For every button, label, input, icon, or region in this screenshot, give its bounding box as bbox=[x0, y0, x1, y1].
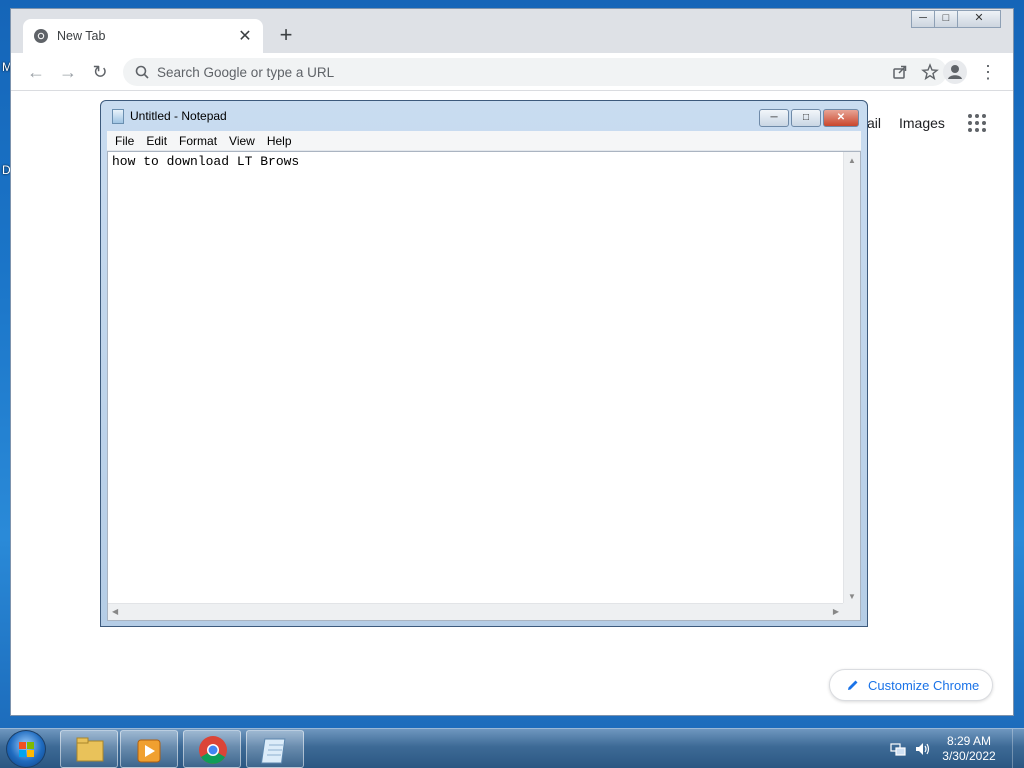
customize-chrome-button[interactable]: Customize Chrome bbox=[829, 669, 993, 701]
menu-edit[interactable]: Edit bbox=[140, 134, 173, 148]
close-button[interactable]: ✕ bbox=[957, 10, 1001, 28]
share-icon[interactable] bbox=[891, 63, 909, 81]
search-input[interactable] bbox=[157, 64, 947, 80]
bookmark-star-icon[interactable] bbox=[921, 63, 939, 81]
notepad-edit-area: ▲ ▼ ◀ ▶ bbox=[107, 151, 861, 621]
omnibox[interactable] bbox=[123, 58, 947, 86]
menu-format[interactable]: Format bbox=[173, 134, 223, 148]
browser-menu-button[interactable]: ⋮ bbox=[979, 61, 997, 85]
volume-icon[interactable] bbox=[914, 741, 932, 757]
tab-title: New Tab bbox=[57, 29, 106, 43]
notepad-window-controls: ─ □ ✕ bbox=[757, 109, 859, 127]
notepad-text-area[interactable] bbox=[108, 152, 842, 600]
media-player-icon bbox=[137, 739, 161, 763]
pencil-icon bbox=[848, 680, 858, 690]
taskbar: 8:29 AM 3/30/2022 bbox=[0, 728, 1024, 768]
images-link[interactable]: Images bbox=[899, 115, 945, 131]
tab-new-tab[interactable]: New Tab ✕ bbox=[23, 19, 263, 53]
resize-grip[interactable] bbox=[843, 603, 860, 620]
omnibox-actions bbox=[891, 63, 939, 81]
vertical-scrollbar[interactable]: ▲ ▼ bbox=[843, 152, 860, 605]
scroll-down-icon[interactable]: ▼ bbox=[848, 592, 856, 601]
chrome-logo-icon bbox=[199, 736, 227, 764]
customize-chrome-label: Customize Chrome bbox=[868, 677, 980, 693]
new-tab-button[interactable]: + bbox=[273, 23, 299, 49]
chrome-titlebar: New Tab ✕ + ─ □ ✕ bbox=[11, 9, 1013, 53]
scroll-left-icon[interactable]: ◀ bbox=[112, 607, 118, 616]
forward-button[interactable]: → bbox=[55, 59, 81, 85]
taskbar-notepad[interactable] bbox=[246, 730, 304, 768]
horizontal-scrollbar[interactable]: ◀ ▶ bbox=[108, 603, 843, 620]
folder-icon bbox=[76, 737, 104, 762]
scroll-right-icon[interactable]: ▶ bbox=[833, 607, 839, 616]
notepad-window: Untitled - Notepad ─ □ ✕ File Edit Forma… bbox=[100, 100, 868, 627]
notepad-menubar: File Edit Format View Help bbox=[107, 131, 861, 151]
clock-date: 3/30/2022 bbox=[942, 749, 996, 763]
taskbar-chrome[interactable] bbox=[183, 730, 241, 768]
menu-view[interactable]: View bbox=[223, 134, 261, 148]
menu-help[interactable]: Help bbox=[261, 134, 298, 148]
minimize-button[interactable]: ─ bbox=[911, 10, 935, 28]
notepad-title: Untitled - Notepad bbox=[130, 109, 227, 123]
google-apps-icon[interactable] bbox=[967, 113, 987, 133]
person-icon bbox=[948, 65, 962, 79]
notepad-minimize-button[interactable]: ─ bbox=[759, 109, 789, 127]
window-controls: ─ □ ✕ bbox=[911, 10, 1001, 28]
close-tab-icon[interactable]: ✕ bbox=[237, 26, 253, 46]
chrome-logo-icon bbox=[34, 29, 48, 43]
taskbar-media-player[interactable] bbox=[120, 730, 178, 768]
back-button[interactable]: ← bbox=[23, 59, 49, 85]
show-desktop-button[interactable] bbox=[1012, 729, 1024, 768]
gmail-link[interactable]: ail bbox=[867, 115, 881, 131]
menu-file[interactable]: File bbox=[109, 134, 140, 148]
notepad-icon bbox=[260, 738, 286, 764]
notepad-titlebar[interactable]: Untitled - Notepad ─ □ ✕ bbox=[107, 101, 861, 131]
clock-time: 8:29 AM bbox=[946, 734, 992, 748]
notepad-close-button[interactable]: ✕ bbox=[823, 109, 859, 127]
start-button[interactable] bbox=[6, 730, 46, 768]
reload-button[interactable]: ↻ bbox=[87, 59, 113, 85]
system-clock[interactable]: 8:29 AM 3/30/2022 bbox=[934, 734, 1004, 764]
profile-avatar[interactable] bbox=[943, 60, 967, 84]
scroll-up-icon[interactable]: ▲ bbox=[848, 156, 856, 165]
maximize-button[interactable]: □ bbox=[934, 10, 958, 28]
browser-toolbar: ← → ↻ Search Google or type a URL ⋮ bbox=[11, 53, 1013, 91]
notepad-icon bbox=[112, 108, 124, 124]
network-icon[interactable] bbox=[890, 741, 906, 757]
windows-logo-icon bbox=[19, 742, 34, 757]
taskbar-file-explorer[interactable] bbox=[60, 730, 118, 768]
search-icon bbox=[135, 65, 149, 79]
notepad-maximize-button[interactable]: □ bbox=[791, 109, 821, 127]
